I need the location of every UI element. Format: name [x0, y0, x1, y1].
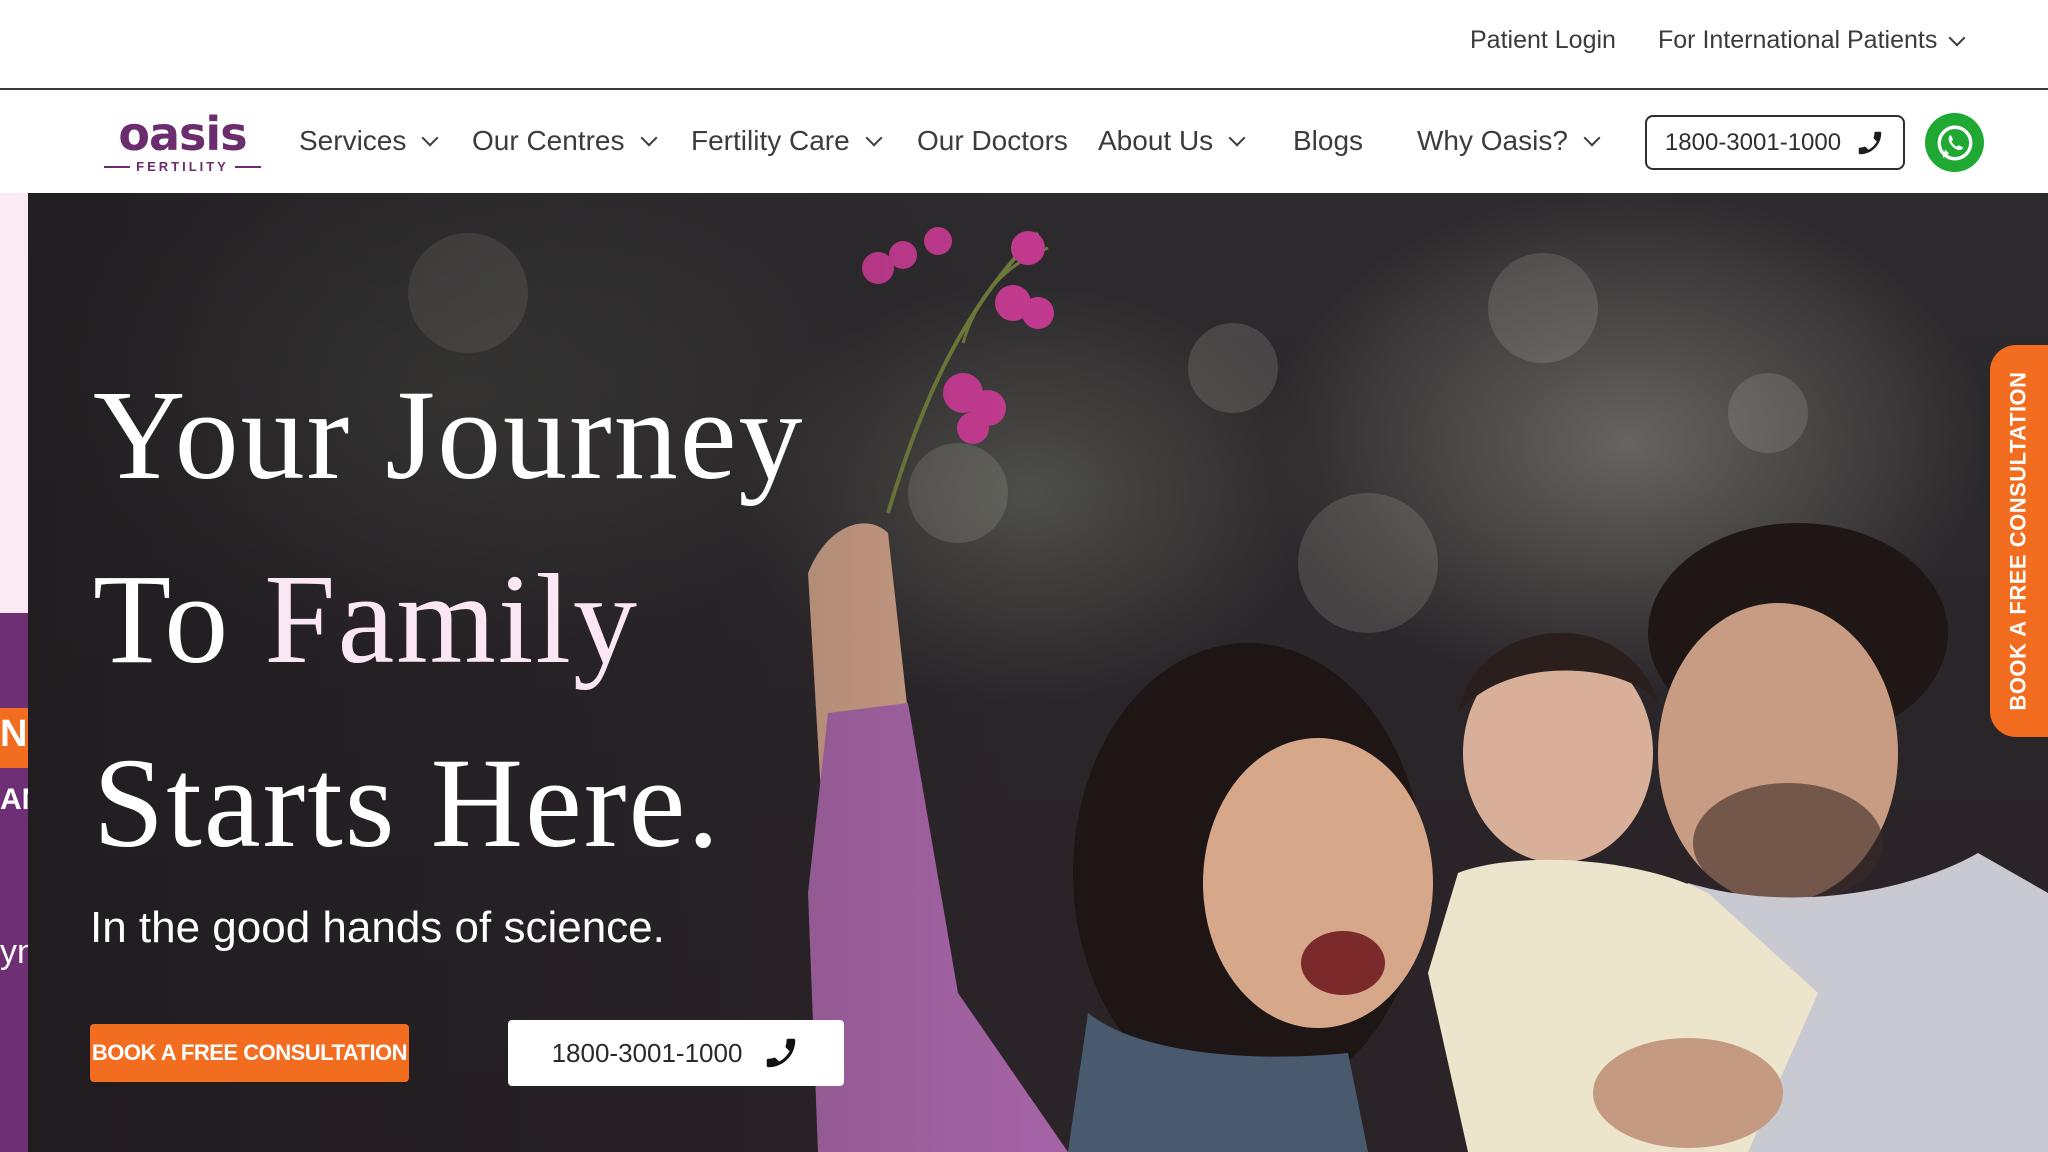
nav-item-our-centres[interactable]: Our Centres	[472, 125, 657, 157]
logo-subtitle-text: FERTILITY	[136, 159, 229, 174]
main-navigation: oasis FERTILITY Services Our Centres Fer…	[0, 91, 2048, 193]
chevron-down-icon	[640, 129, 657, 147]
hero-phone-number: 1800-3001-1000	[551, 1037, 743, 1068]
hero-banner: Your Journey To Family Starts Here. In t…	[28, 193, 2048, 1152]
nav-phone-button[interactable]: 1800-3001-1000	[1645, 115, 1905, 170]
patient-login-label: Patient Login	[1470, 26, 1616, 54]
nav-item-label: Why Oasis?	[1417, 125, 1568, 156]
slide-fragment-text: yn	[0, 933, 28, 971]
hero-subtitle: In the good hands of science.	[90, 903, 665, 952]
previous-slide-peek: NS AN yn	[0, 193, 28, 1152]
nav-item-about-us[interactable]: About Us	[1098, 125, 1246, 157]
hero-title-family: Family	[264, 548, 639, 690]
whatsapp-icon	[1937, 125, 1972, 160]
international-patients-menu[interactable]: For International Patients	[1658, 26, 1966, 55]
book-consultation-button[interactable]: BOOK A FREE CONSULTATION	[90, 1024, 409, 1082]
nav-item-why-oasis[interactable]: Why Oasis?	[1417, 125, 1601, 157]
international-patients-label: For International Patients	[1658, 26, 1938, 54]
nav-item-our-doctors[interactable]: Our Doctors	[917, 125, 1068, 157]
top-utility-bar: Patient Login For International Patients	[0, 0, 2048, 90]
hero-title-line-2: To Family	[93, 527, 805, 711]
logo-subtitle: FERTILITY	[100, 159, 265, 174]
nav-item-fertility-care[interactable]: Fertility Care	[691, 125, 883, 157]
nav-item-label: Our Doctors	[917, 125, 1068, 156]
logo-wordmark: oasis	[118, 107, 247, 161]
hero-phone-button[interactable]: 1800-3001-1000	[508, 1020, 844, 1086]
chevron-down-icon	[1583, 129, 1601, 147]
nav-item-label: Our Centres	[472, 125, 625, 156]
slide-fragment-text: NS	[0, 713, 28, 755]
slide-fragment-text: AN	[0, 783, 28, 816]
patient-login-link[interactable]: Patient Login	[1470, 26, 1616, 55]
phone-icon	[1858, 131, 1882, 154]
chevron-down-icon	[1948, 29, 1966, 46]
chevron-down-icon	[865, 129, 883, 147]
hero-title-to: To	[93, 548, 265, 690]
nav-phone-number: 1800-3001-1000	[1664, 128, 1842, 156]
oasis-fertility-logo[interactable]: oasis FERTILITY	[100, 107, 265, 174]
nav-item-label: Fertility Care	[691, 125, 850, 156]
phone-icon	[767, 1038, 796, 1068]
nav-item-services[interactable]: Services	[299, 125, 439, 157]
hero-title-line-1: Your Journey	[93, 364, 805, 506]
hero-title: Your Journey To Family Starts Here.	[93, 343, 805, 895]
nav-item-blogs[interactable]: Blogs	[1293, 125, 1363, 157]
nav-item-label: About Us	[1098, 125, 1214, 156]
chevron-down-icon	[1228, 129, 1246, 147]
nav-item-label: Blogs	[1293, 125, 1364, 156]
side-book-consultation-tab[interactable]: BOOK A FREE CONSULTATION	[1990, 345, 2048, 737]
nav-item-label: Services	[299, 125, 407, 156]
book-consultation-label: BOOK A FREE CONSULTATION	[91, 1040, 408, 1065]
side-tab-label: BOOK A FREE CONSULTATION	[2006, 371, 2032, 711]
whatsapp-button[interactable]	[1925, 113, 1984, 172]
chevron-down-icon	[421, 129, 439, 147]
hero-title-line-3: Starts Here.	[93, 732, 722, 874]
